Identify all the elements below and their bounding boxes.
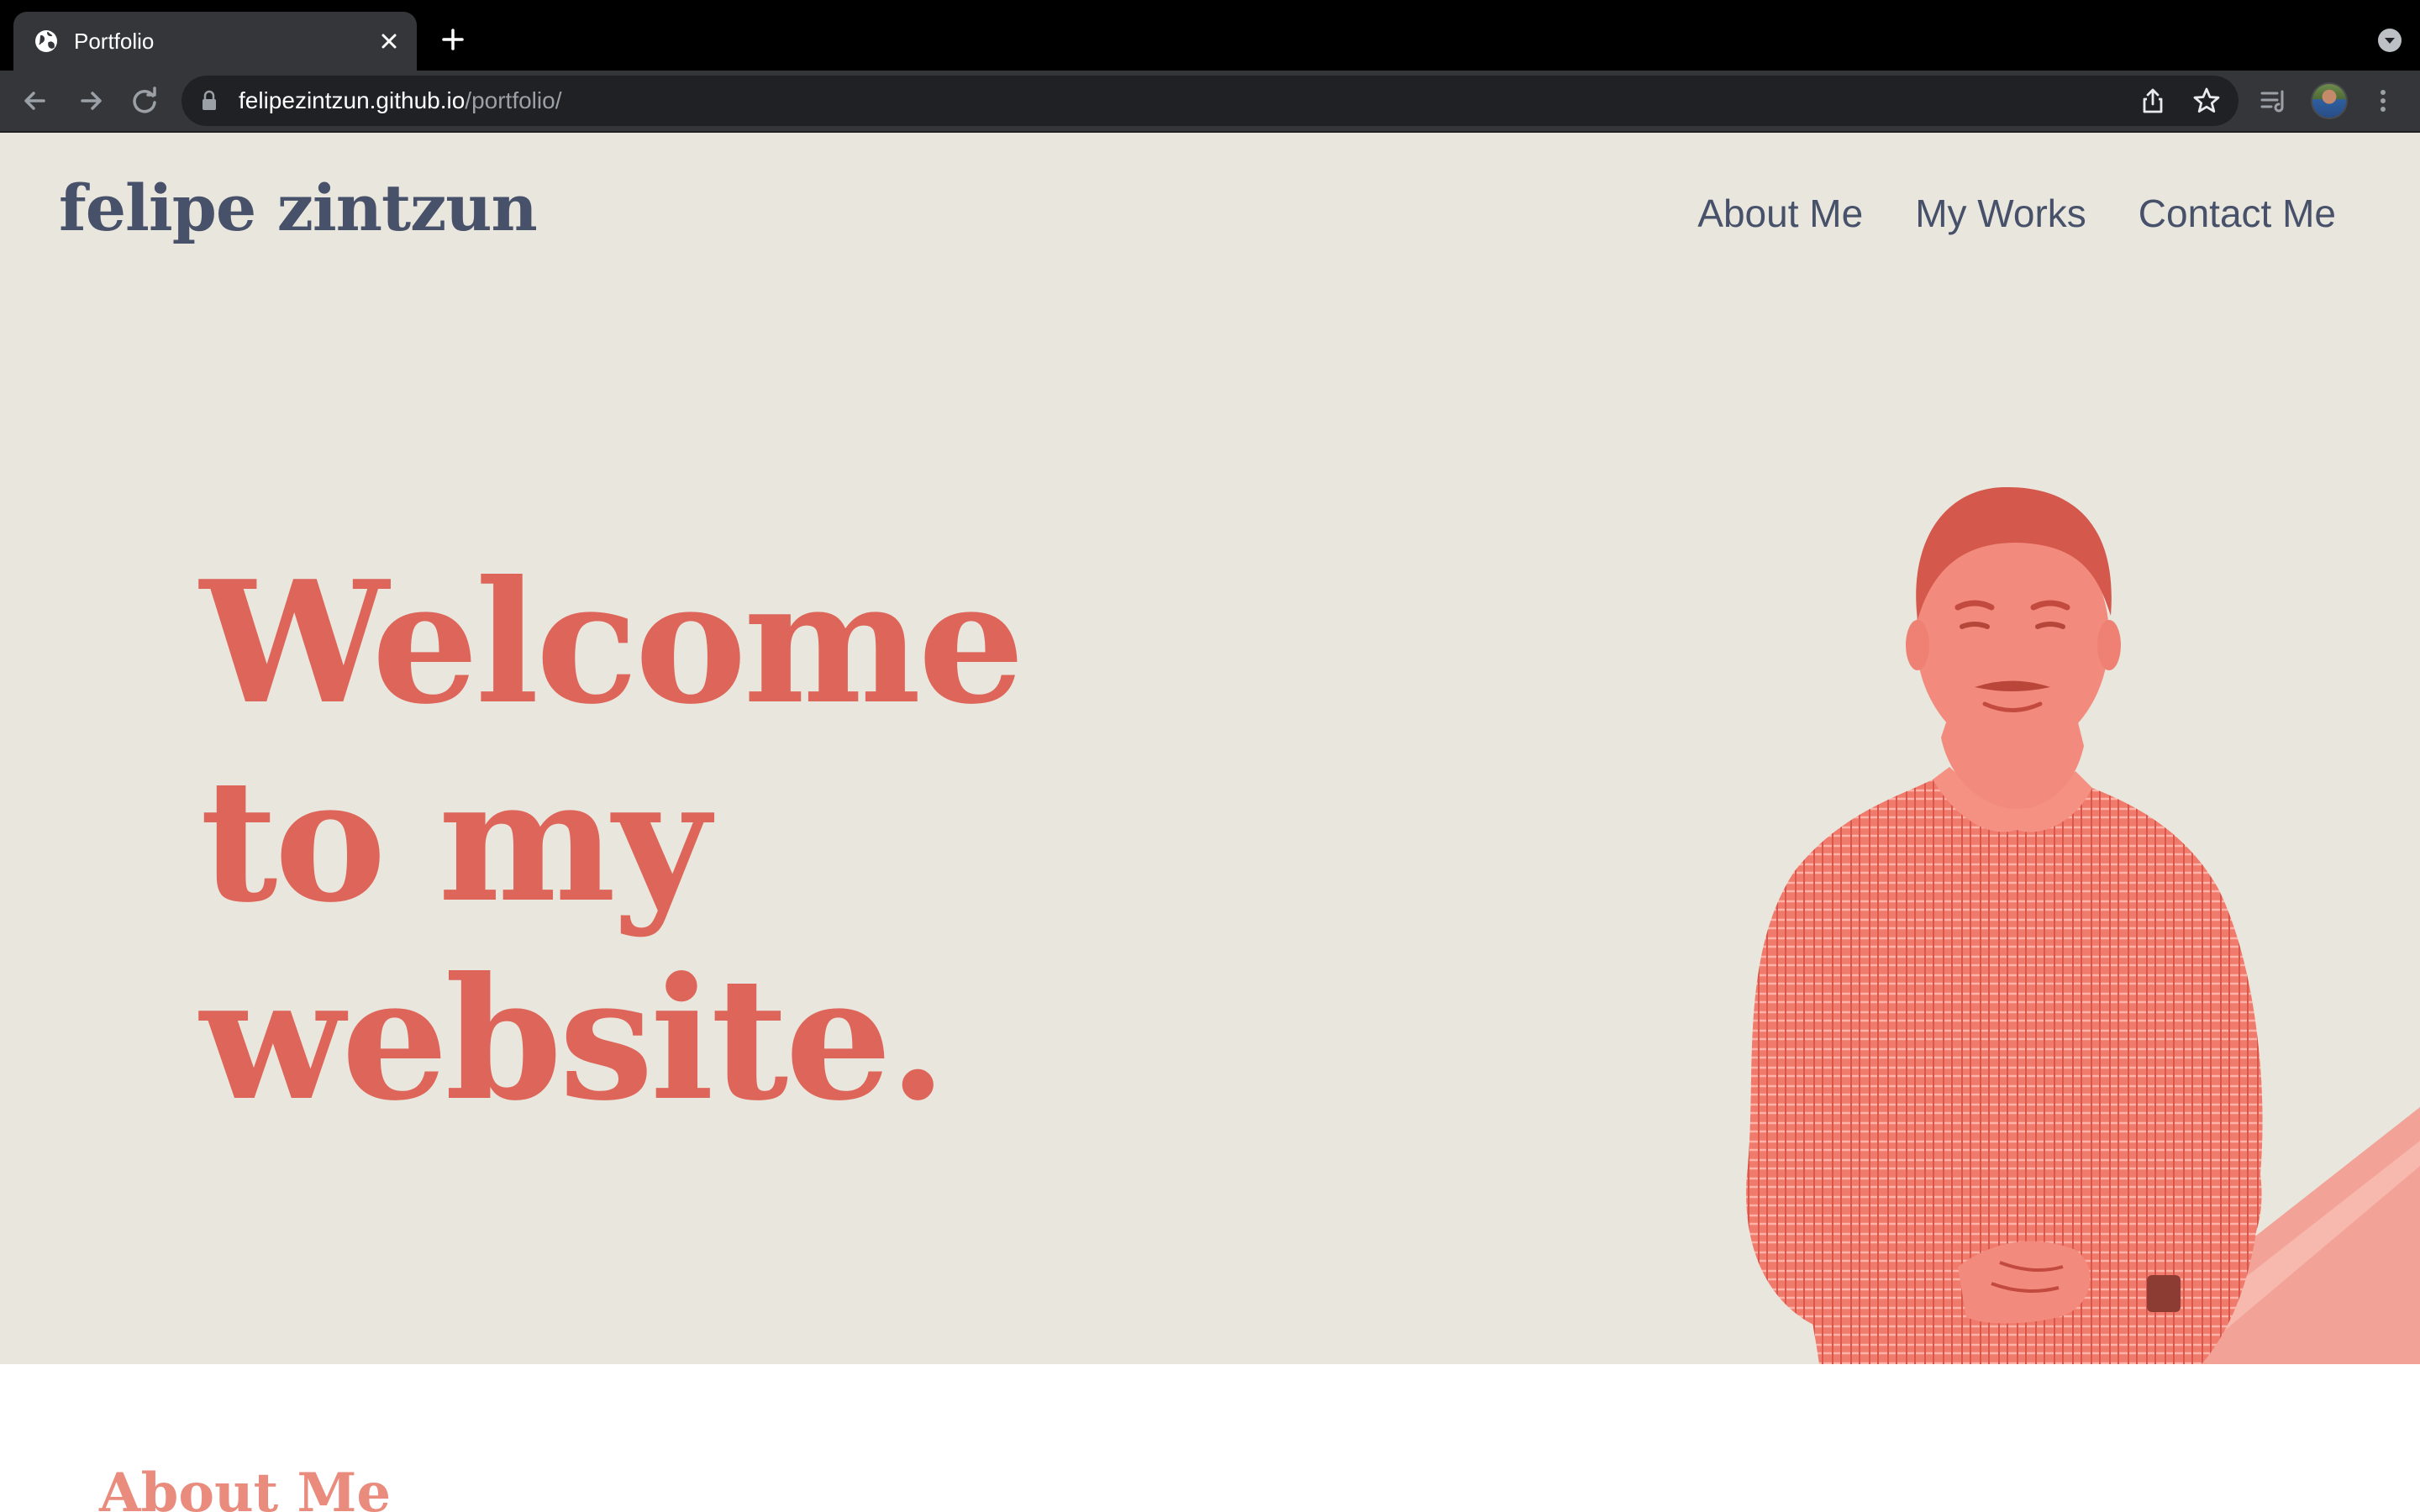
hero-section: felipe zintzun About Me My Works Contact… [0,133,2420,1364]
plus-icon[interactable] [439,25,467,54]
nav-my-works[interactable]: My Works [1915,190,2086,237]
reading-list-icon[interactable] [2257,84,2291,118]
browser-toolbar: felipezintzun.github.io/portfolio/ [0,71,2420,133]
close-icon[interactable] [375,27,403,55]
nav-about-me[interactable]: About Me [1697,190,1863,237]
url-path: /portfolio/ [465,87,562,113]
hero-line: website. [200,941,947,1138]
kebab-menu-icon[interactable] [2366,84,2400,118]
portrait-image [1746,486,2420,1364]
site-logo[interactable]: felipe zintzun [59,168,538,249]
nav-contact-me[interactable]: Contact Me [2139,190,2336,237]
site-nav: About Me My Works Contact Me [1697,190,2336,237]
url-text[interactable]: felipezintzun.github.io/portfolio/ [239,87,561,114]
back-arrow-icon[interactable] [18,84,52,118]
forward-arrow-icon[interactable] [74,84,108,118]
hero-line: Welcome [200,544,1025,742]
hero-heading: Welcome to my website. [200,544,1025,1139]
share-icon[interactable] [2138,86,2168,116]
profile-avatar[interactable] [2311,82,2348,119]
web-page: felipe zintzun About Me My Works Contact… [0,133,2420,1512]
lock-icon[interactable] [200,90,218,112]
star-icon[interactable] [2191,86,2222,116]
hero-line: to my [200,743,710,940]
chevron-down-icon[interactable] [2376,27,2403,54]
browser-tab-strip: Portfolio [0,0,2420,71]
address-bar[interactable]: felipezintzun.github.io/portfolio/ [182,76,2238,126]
browser-tab[interactable]: Portfolio [13,12,417,71]
globe-icon [35,30,57,52]
about-me-heading: About Me [99,1462,392,1512]
url-host: felipezintzun.github.io [239,87,466,113]
reload-icon[interactable] [128,84,161,118]
tab-title: Portfolio [74,29,155,54]
